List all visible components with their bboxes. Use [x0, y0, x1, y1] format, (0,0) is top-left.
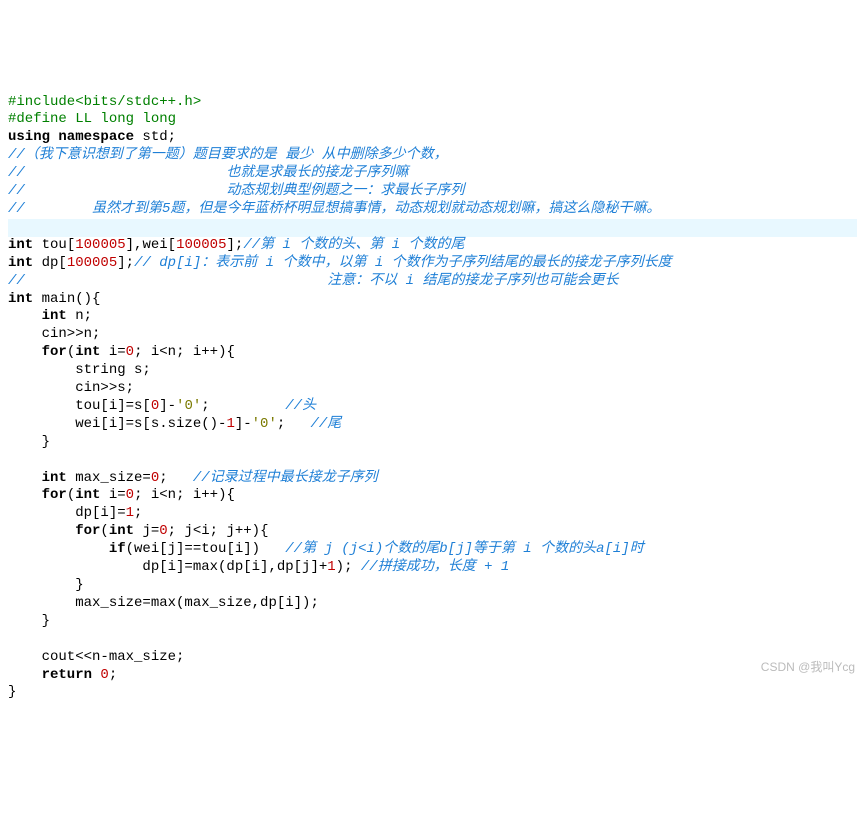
- comment: // 动态规划典型例题之一：求最长子序列: [8, 183, 464, 199]
- line-close-brace: }: [8, 684, 16, 700]
- line-close-brace: }: [8, 434, 50, 450]
- line-maxsize-update: max_size=max(max_size,dp[i]);: [8, 595, 319, 611]
- line-decl-n: int n;: [8, 308, 92, 324]
- line-tou: tou[i]=s[0]-'0'; //头: [8, 398, 316, 414]
- line-decl-s: string s;: [8, 362, 151, 378]
- preproc-include: #include<bits/stdc++.h>: [8, 94, 201, 110]
- line-for-inner: for(int j=0; j<i; j++){: [8, 523, 269, 539]
- line-decl-dp: int dp[100005];// dp[i]：表示前 i 个数中，以第 i 个…: [8, 255, 672, 271]
- line-if: if(wei[j]==tou[i]) //第 j (j<i)个数的尾b[j]等于…: [8, 541, 644, 557]
- line-cin-s: cin>>s;: [8, 380, 134, 396]
- comment: // 也就是求最长的接龙子序列嘛: [8, 165, 408, 181]
- line-using: using namespace std;: [8, 129, 176, 145]
- line-cout: cout<<n-max_size;: [8, 649, 184, 665]
- blank-line: [8, 631, 16, 647]
- watermark: CSDN @我叫Ycg: [761, 660, 855, 675]
- line-main-open: int main(){: [8, 291, 100, 307]
- comment: // 虽然才到第5题，但是今年蓝桥杯明显想搞事情，动态规划就动态规划嘛，搞这么隐…: [8, 201, 660, 217]
- highlighted-blank-line: [8, 219, 857, 237]
- line-decl-tou-wei: int tou[100005],wei[100005];//第 i 个数的头、第…: [8, 237, 465, 253]
- line-return: return 0;: [8, 667, 117, 683]
- comment: //（我下意识想到了第一题）题目要求的是 最少 从中删除多少个数，: [8, 147, 448, 163]
- line-dp-max: dp[i]=max(dp[i],dp[j]+1); //拼接成功，长度 + 1: [8, 559, 509, 575]
- blank-line: [8, 452, 16, 468]
- line-close-brace: }: [8, 613, 50, 629]
- line-cin-n: cin>>n;: [8, 326, 100, 342]
- preproc-define: #define LL long long: [8, 111, 176, 127]
- line-wei: wei[i]=s[s.size()-1]-'0'; //尾: [8, 416, 341, 432]
- line-for-dp: for(int i=0; i<n; i++){: [8, 487, 235, 503]
- comment: // 注意：不以 i 结尾的接龙子序列也可能会更长: [8, 273, 618, 289]
- line-dp-init: dp[i]=1;: [8, 505, 142, 521]
- line-for-read: for(int i=0; i<n; i++){: [8, 344, 235, 360]
- line-close-brace: }: [8, 577, 84, 593]
- line-maxsize: int max_size=0; //记录过程中最长接龙子序列: [8, 470, 378, 486]
- code-block: #include<bits/stdc++.h> #define LL long …: [0, 72, 865, 703]
